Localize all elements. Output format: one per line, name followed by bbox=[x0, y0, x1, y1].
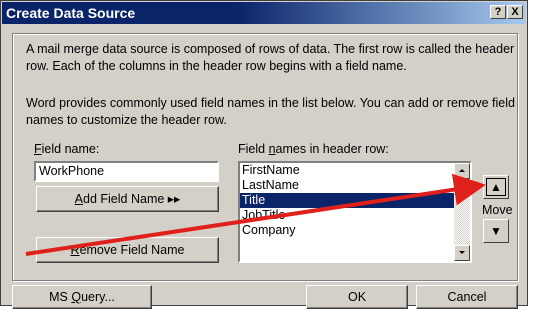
annotation-arrow-overlay bbox=[25, 173, 486, 256]
red-arrow-icon bbox=[25, 173, 486, 256]
